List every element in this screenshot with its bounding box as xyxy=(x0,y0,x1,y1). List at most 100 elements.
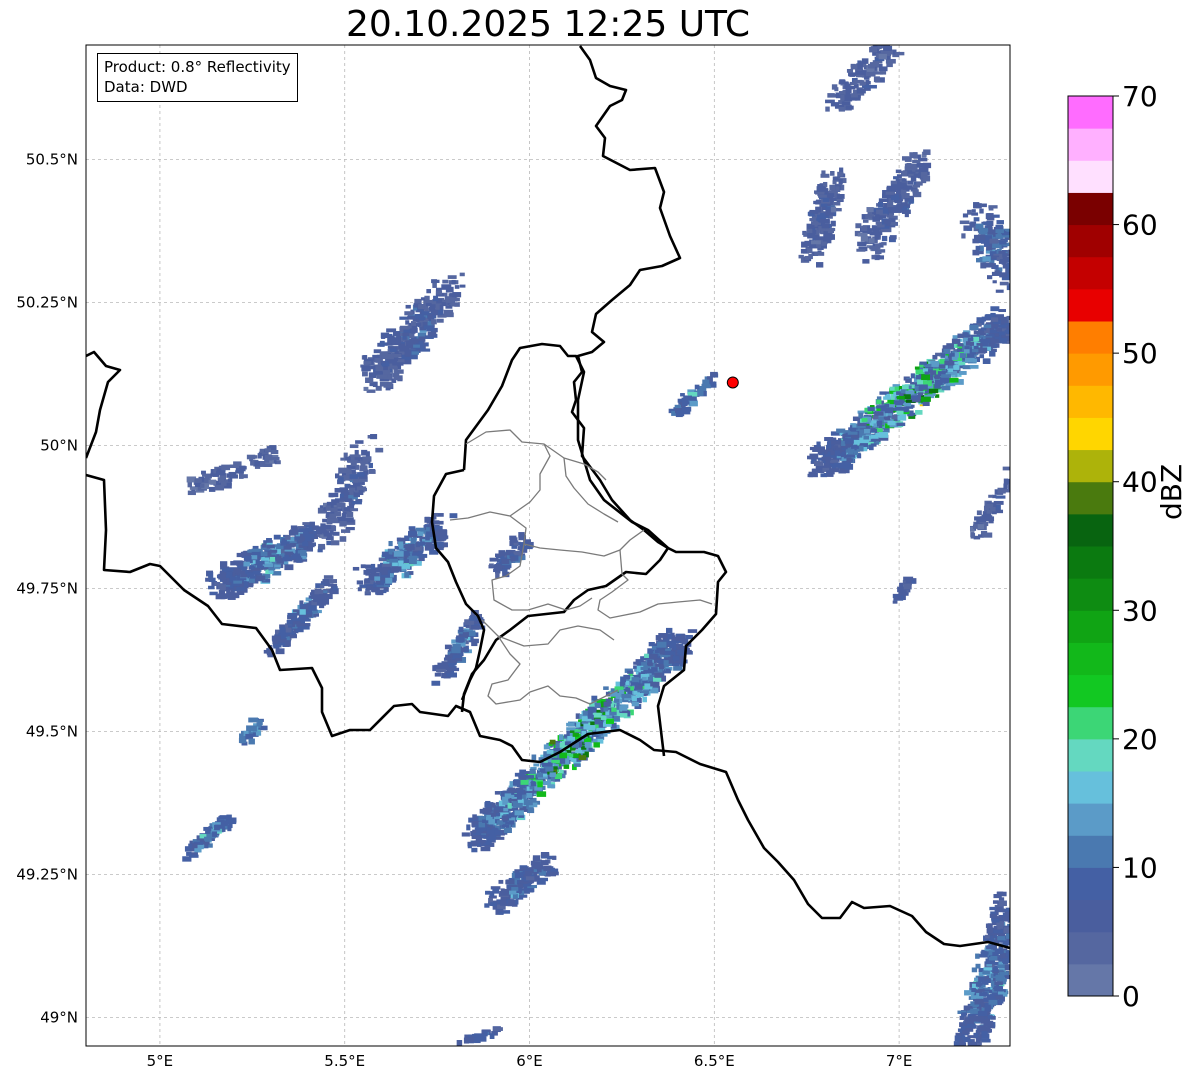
echo-cell xyxy=(904,193,910,199)
echo-cell xyxy=(999,272,1007,278)
echo-cell xyxy=(330,540,340,546)
echo-cell xyxy=(491,802,496,808)
echo-cell xyxy=(417,531,424,536)
echo-cell xyxy=(212,831,218,837)
echo-cell xyxy=(286,543,295,548)
echo-cell xyxy=(411,329,416,334)
echo-cell xyxy=(446,673,452,677)
echo-cell xyxy=(830,206,837,213)
echo-cell xyxy=(826,470,835,475)
echo-cell xyxy=(464,647,469,653)
echo-cell xyxy=(221,464,231,471)
echo-cell xyxy=(600,715,607,720)
echo-cell xyxy=(994,995,1003,1000)
echo-cell xyxy=(980,339,991,344)
echo-cell xyxy=(350,462,357,467)
echo-cell xyxy=(978,988,985,992)
echo-cell xyxy=(868,84,877,89)
echo-cell xyxy=(509,537,518,543)
echo-cell xyxy=(621,693,631,699)
echo-cell xyxy=(536,772,544,778)
echo-cell xyxy=(1019,916,1025,919)
echo-cell xyxy=(1014,311,1019,315)
echo-cell xyxy=(866,207,874,213)
echo-cell xyxy=(870,443,877,447)
echo-cell xyxy=(199,483,205,488)
echo-cell xyxy=(284,555,290,561)
echo-cell xyxy=(969,364,979,369)
echo-cell xyxy=(243,561,250,567)
echo-cell xyxy=(989,906,996,911)
echo-cell xyxy=(379,340,385,347)
echo-cell xyxy=(349,474,358,479)
echo-cell xyxy=(650,681,660,687)
echo-cell xyxy=(445,297,455,303)
echo-cell xyxy=(398,541,404,547)
echo-cell xyxy=(877,38,884,44)
echo-cell xyxy=(1011,941,1016,945)
echo-cell xyxy=(1004,329,1010,334)
echo-cell xyxy=(411,351,419,355)
echo-cell xyxy=(501,815,509,821)
echo-cell xyxy=(381,369,391,375)
echo-cell xyxy=(998,309,1007,313)
echo-cell xyxy=(992,280,997,284)
echo-cell xyxy=(426,289,431,294)
echo-cell xyxy=(435,290,443,295)
echo-cell xyxy=(710,371,718,377)
echo-cell xyxy=(888,34,894,38)
echo-cell xyxy=(303,541,308,545)
echo-cell xyxy=(919,361,927,365)
echo-cell xyxy=(878,66,888,72)
echo-cell xyxy=(227,819,237,825)
echo-cell xyxy=(979,208,984,214)
echo-cell xyxy=(850,93,858,98)
echo-cell xyxy=(375,358,381,363)
echo-cell xyxy=(512,779,521,786)
echo-cell xyxy=(972,249,980,256)
echo-cell xyxy=(447,275,457,279)
echo-cell xyxy=(999,324,1007,328)
echo-cell xyxy=(834,87,839,92)
echo-cell xyxy=(889,404,896,408)
echo-cell xyxy=(252,455,258,459)
echo-cell xyxy=(404,571,410,578)
echo-cell xyxy=(280,633,286,640)
echo-cell xyxy=(524,799,533,806)
echo-cell xyxy=(963,1005,970,1011)
echo-cell xyxy=(360,462,366,469)
echo-cell xyxy=(910,373,915,379)
echo-cell xyxy=(1016,889,1021,894)
echo-cell xyxy=(402,332,410,337)
echo-cell xyxy=(649,654,658,660)
echo-cell xyxy=(979,954,988,958)
echo-cell xyxy=(912,191,922,198)
echo-cell xyxy=(973,217,980,222)
echo-cell xyxy=(850,64,858,70)
echo-cell xyxy=(999,908,1005,912)
echo-cell xyxy=(921,374,930,381)
echo-cell xyxy=(339,520,347,527)
echo-cell xyxy=(878,201,884,208)
echo-cell xyxy=(1006,315,1010,320)
echo-cell xyxy=(363,386,369,391)
echo-cell xyxy=(975,963,981,969)
echo-cell xyxy=(420,297,425,301)
radar-map: 5°E 5.5°E 6°E 6.5°E 7°E50.5°N50.25°N50°N49.7… xyxy=(16,34,1025,1070)
echo-cell xyxy=(529,785,534,790)
echo-cell xyxy=(901,170,908,177)
echo-cell xyxy=(393,551,404,557)
echo-cell xyxy=(995,228,1004,234)
echo-cell xyxy=(466,824,471,831)
echo-cell xyxy=(909,152,918,159)
echo-cell xyxy=(1012,263,1019,266)
echo-cell xyxy=(953,364,960,370)
echo-cell xyxy=(901,178,907,182)
echo-cell xyxy=(893,400,904,404)
echo-cell xyxy=(336,516,346,522)
echo-cell xyxy=(388,540,393,547)
echo-cell xyxy=(572,732,578,737)
echo-cell xyxy=(381,362,390,367)
echo-cell xyxy=(329,493,334,498)
echo-cell xyxy=(368,462,373,469)
